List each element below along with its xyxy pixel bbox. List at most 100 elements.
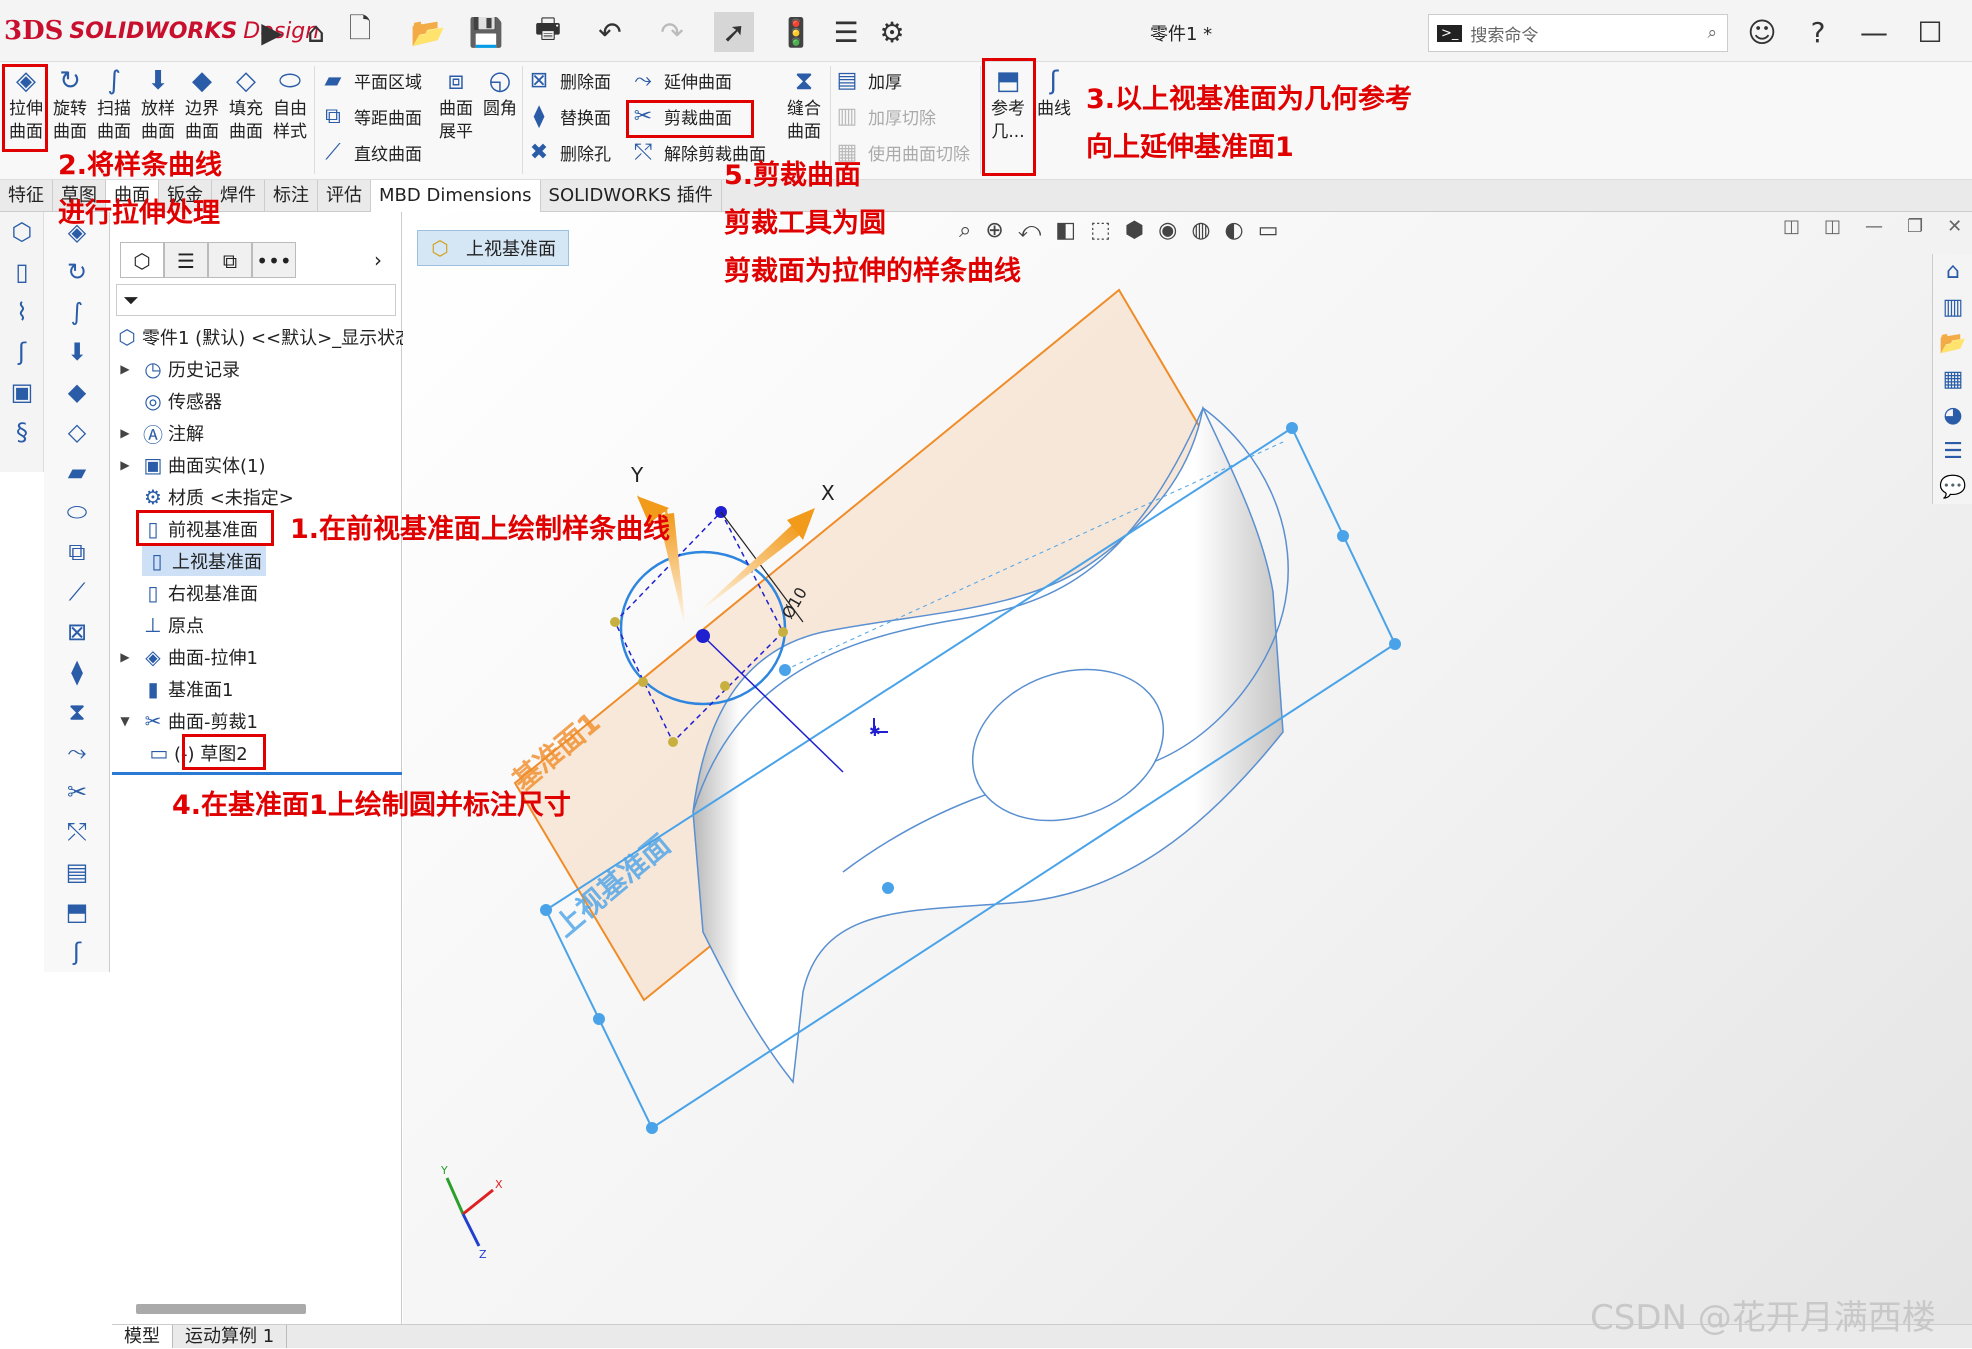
tab-mbd-dimensions[interactable]: MBD Dimensions [371,180,541,212]
revolve-surface-button[interactable]: ↻ 旋转 曲面 [48,64,92,144]
flyout-boundary-icon[interactable]: ◆ [44,372,110,412]
flyout-revolve-icon[interactable]: ↻ [44,252,110,292]
section-view-icon[interactable]: ◧ [1055,218,1076,243]
rebuild-traffic-light-icon[interactable]: 🚦 [776,12,816,52]
boundary-surface-button[interactable]: ◆ 边界 曲面 [180,64,224,144]
search-icon[interactable]: ⌕ [1707,23,1717,43]
tree-item-material[interactable]: ⚙ 材质 <未指定> [112,482,294,512]
tab-solidworks-addins[interactable]: SOLIDWORKS 插件 [541,180,722,212]
view-settings-icon[interactable]: ▭ [1258,218,1279,243]
user-account-icon[interactable]: ☺ [1742,12,1782,52]
flyout-loft-icon[interactable]: ⬇ [44,332,110,372]
tree-item-top-plane[interactable]: ▯ 上视基准面 [142,546,266,576]
collapse-right-icon[interactable]: ◫ [1824,216,1841,237]
zoom-area-icon[interactable]: ⊕ [985,218,1003,243]
tab-model[interactable]: 模型 [112,1325,173,1348]
breadcrumb-item-top-plane[interactable]: 上视基准面 [462,235,568,261]
planar-surface-button[interactable]: ▰ 平面区域 [320,62,422,98]
freeform-button[interactable]: ⬭ 自由 样式 [268,64,312,144]
display-style-icon[interactable]: ⬢ [1125,218,1144,243]
new-file-icon[interactable]: 🗋 [340,12,380,52]
flyout-replace-face-icon[interactable]: ⧫ [44,652,110,692]
appearances-icon[interactable]: ◕ [1933,398,1972,434]
tab-motion-study[interactable]: 运动算例 1 [173,1325,288,1348]
tree-item-history[interactable]: ▶ ◷ 历史记录 [112,354,240,384]
print-icon[interactable]: 🖶 [528,12,568,52]
maximize-icon[interactable]: ☐ [1910,12,1950,52]
filter-field[interactable]: ⏷ [116,284,396,316]
extend-surface-button[interactable]: ⤳ 延伸曲面 [630,62,766,98]
search-commands-input[interactable]: >_ 搜索命令 ⌕ [1428,14,1728,52]
edit-appearance-icon[interactable]: ◍ [1191,218,1210,243]
flyout-trim-icon[interactable]: ✂ [44,772,110,812]
loft-surface-button[interactable]: ⬇ 放样 曲面 [136,64,180,144]
flyout-fill-icon[interactable]: ◇ [44,412,110,452]
replace-face-button[interactable]: ⧫ 替换面 [526,98,611,134]
custom-properties-icon[interactable]: ☰ [1933,434,1972,470]
tab-markup[interactable]: 标注 [265,180,318,212]
previous-view-icon[interactable]: ⤺ [1018,218,1042,243]
tab-evaluate[interactable]: 评估 [318,180,371,212]
breadcrumb[interactable]: ⬡ 上视基准面 [417,230,569,266]
undo-icon[interactable]: ↶ [590,12,630,52]
flyout-extend-icon[interactable]: ⤳ [44,732,110,772]
flyout-knit-icon[interactable]: ⧗ [44,692,110,732]
tree-expand-chevron-icon[interactable]: › [374,248,382,272]
expand-arrow-icon[interactable]: ▶ [112,650,138,664]
hide-show-icon[interactable]: ◉ [1158,218,1177,243]
delete-face-button[interactable]: ⊠ 删除面 [526,62,611,98]
options-gear-icon[interactable]: ⚙ [872,12,912,52]
tree-item-right-plane[interactable]: ▯ 右视基准面 [112,578,258,608]
flyout-thicken-icon[interactable]: ▤ [44,852,110,892]
collapse-left-icon[interactable]: ◫ [1783,216,1800,237]
view-orientation-icon[interactable]: ⬚ [1090,218,1111,243]
redo-icon[interactable]: ↷ [652,12,692,52]
rollback-bar[interactable] [112,772,402,775]
expand-arrow-icon[interactable]: ▶ [252,12,292,52]
expand-arrow-icon[interactable]: ▶ [112,426,138,440]
flyout-offset-icon[interactable]: ⧉ [44,532,110,572]
tree-item-plane1[interactable]: ▮ 基准面1 [112,674,233,704]
collapse-arrow-icon[interactable]: ▼ [112,714,138,728]
tree-item-annotations[interactable]: ▶ Ⓐ 注解 [112,418,204,448]
flyout-freeform-icon[interactable]: ⬭ [44,492,110,532]
flyout-sweep-icon[interactable]: ∫ [44,292,110,332]
viewport-minimize-icon[interactable]: — [1865,216,1883,237]
flyout-untrim-icon[interactable]: ⤲ [44,812,110,852]
viewport-restore-icon[interactable]: ❐ [1907,216,1923,237]
viewport-close-icon[interactable]: ✕ [1947,216,1962,237]
box-icon[interactable]: ▣ [0,372,44,412]
view-palette-icon[interactable]: ▦ [1933,362,1972,398]
flyout-ref-geometry-icon[interactable]: ⬒ [44,892,110,932]
tab-features[interactable]: 特征 [0,180,53,212]
flyout-ruled-icon[interactable]: ⟋ [44,572,110,612]
surface-flatten-button[interactable]: ⧈ 曲面 展平 [434,64,478,144]
forum-icon[interactable]: 💬 [1933,470,1972,506]
apply-scene-icon[interactable]: ◐ [1225,218,1244,243]
solidworks-resources-icon[interactable]: ⌂ [1933,254,1972,290]
flyout-planar-icon[interactable]: ▰ [44,452,110,492]
thicken-button[interactable]: ▤ 加厚 [834,62,970,98]
offset-surface-button[interactable]: ⧉ 等距曲面 [320,98,422,134]
fill-surface-button[interactable]: ◇ 填充 曲面 [224,64,268,144]
more-tabs-icon[interactable]: ••• [252,242,296,278]
tree-item-surface-trim1[interactable]: ▼ ✂ 曲面-剪裁1 [112,706,258,736]
tree-root[interactable]: ⬡ 零件1 (默认) <<默认>_显示状态 [112,322,413,352]
minimize-icon[interactable]: — [1854,12,1894,52]
delete-hole-button[interactable]: ✖ 删除孔 [526,134,611,170]
extrude-icon[interactable]: ▯ [0,252,44,292]
curve-icon[interactable]: ʃ [0,332,44,372]
feature-manager-tab-icon[interactable]: ⬡ [120,242,164,278]
file-explorer-icon[interactable]: 📂 [1933,326,1972,362]
ruled-surface-button[interactable]: ⟋ 直纹曲面 [320,134,422,170]
part-view-icon[interactable]: ⬡ [0,212,44,252]
fillet-button[interactable]: ◵ 圆角 [478,64,522,121]
thicken-cut-button[interactable]: ▥ 加厚切除 [834,98,970,134]
graphics-viewport[interactable]: Ø10 ✱ Y X 基准面1 上视基准面 Y X Z ⬡ 上视基准面 ⌕ ⊕ ⤺… [403,212,1972,1324]
tree-item-sensors[interactable]: ◎ 传感器 [112,386,222,416]
sketch-icon[interactable]: ⌇ [0,292,44,332]
tree-item-origin[interactable]: ⊥ 原点 [112,610,204,640]
flyout-curves-icon[interactable]: ʃ [44,932,110,972]
design-library-icon[interactable]: ▥ [1933,290,1972,326]
helix-icon[interactable]: § [0,412,44,452]
